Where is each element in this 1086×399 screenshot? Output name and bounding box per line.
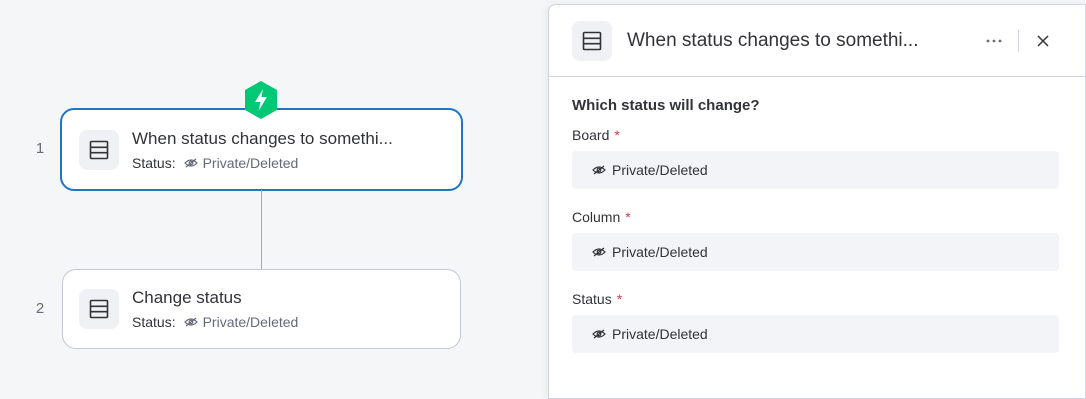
field-label: Status [572, 291, 612, 307]
more-options-button[interactable] [980, 27, 1008, 55]
board-field: Board * Private/Deleted [572, 127, 1062, 189]
header-divider [1018, 30, 1019, 52]
status-label: Status: [132, 154, 176, 171]
board-icon [79, 289, 119, 329]
action-step-card[interactable]: Change status Status: Private/Deleted [62, 269, 461, 349]
close-icon [1037, 35, 1049, 47]
panel-header: When status changes to somethi... [549, 5, 1085, 77]
eye-off-icon [592, 329, 606, 339]
section-heading: Which status will change? [572, 97, 760, 114]
step-title: Change status [132, 288, 242, 307]
column-field: Column * Private/Deleted [572, 209, 1062, 271]
board-icon [79, 129, 119, 170]
close-button[interactable] [1029, 27, 1057, 55]
eye-off-icon [183, 317, 198, 327]
eye-off-icon [183, 158, 198, 168]
select-value: Private/Deleted [612, 162, 708, 178]
select-value: Private/Deleted [612, 244, 708, 260]
required-mark: * [616, 291, 623, 307]
eye-off-icon [592, 165, 606, 175]
step-settings-panel: When status changes to somethi... Which … [548, 4, 1086, 399]
select-value: Private/Deleted [612, 326, 708, 342]
step-number: 2 [35, 300, 45, 317]
lightning-bolt-icon [243, 80, 279, 120]
step-number: 1 [35, 140, 45, 157]
required-mark: * [614, 127, 620, 143]
board-select[interactable]: Private/Deleted [572, 151, 1059, 189]
status-value: Private/Deleted [202, 314, 299, 330]
status-label: Status: [132, 314, 176, 330]
status-select[interactable]: Private/Deleted [572, 315, 1059, 353]
column-select[interactable]: Private/Deleted [572, 233, 1059, 271]
field-label: Board [572, 127, 610, 143]
step-connector [261, 190, 262, 270]
field-label: Column [572, 209, 621, 225]
eye-off-icon [592, 247, 606, 257]
workflow-canvas: 1 When status changes to somethi... Stat… [0, 0, 548, 393]
status-field: Status * Private/Deleted [572, 291, 1062, 353]
trigger-step-card[interactable]: When status changes to somethi... Status… [60, 108, 463, 191]
status-value: Private/Deleted [202, 154, 299, 171]
board-icon [572, 20, 612, 61]
step-title: When status changes to somethi... [132, 128, 393, 148]
panel-title: When status changes to somethi... [627, 29, 919, 51]
required-mark: * [625, 209, 631, 225]
more-icon [986, 39, 1002, 43]
